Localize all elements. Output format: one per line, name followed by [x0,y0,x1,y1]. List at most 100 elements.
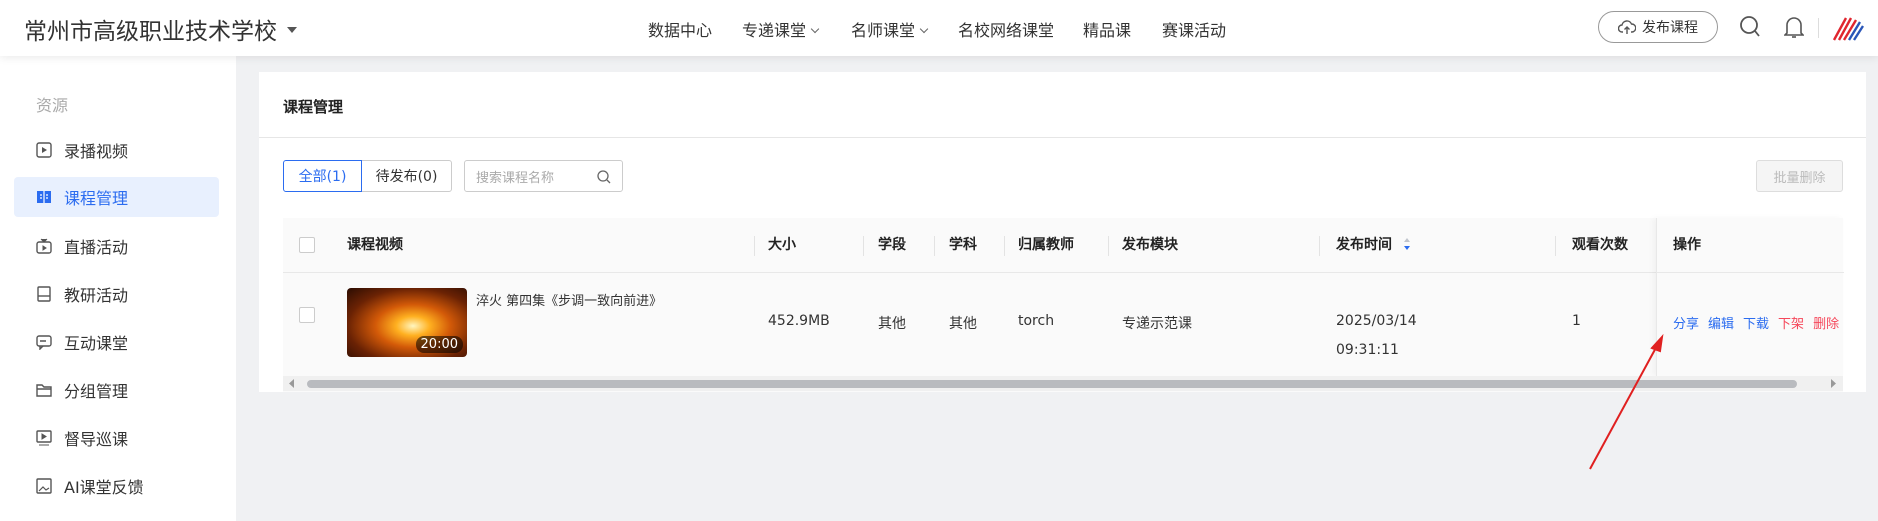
col-module: 发布模块 [1122,237,1178,253]
sidebar-item-recorded-video[interactable]: 录播视频 [14,130,219,170]
delete-link[interactable]: 删除 [1813,317,1839,332]
col-views: 观看次数 [1572,237,1628,253]
caret-down-icon [287,27,297,38]
scrollbar-thumb[interactable] [307,380,1797,388]
unpublish-link[interactable]: 下架 [1778,317,1804,332]
sidebar-item-course-management[interactable]: 课程管理 [14,177,219,217]
school-logo-icon [1832,17,1864,41]
chevron-down-icon [810,24,820,34]
tv-icon [36,238,52,254]
col-divider [1108,236,1109,256]
play-square-icon [36,142,52,158]
row-actions: 分享 编辑 下载 下架 删除 [1673,313,1848,332]
row-checkbox[interactable] [299,307,315,323]
sidebar-section-title: 资源 [36,96,69,115]
folder-icon [36,384,52,397]
tab-pending[interactable]: 待发布(0) [361,160,452,192]
search-input[interactable]: 搜索课程名称 [464,160,623,192]
cloud-upload-icon [1618,20,1636,34]
sort-icon[interactable] [1403,237,1411,251]
col-divider [1319,236,1320,256]
school-name: 常州市高级职业技术学校 [24,19,277,45]
nav-relay-class[interactable]: 专递课堂 [742,17,820,41]
cell-stage: 其他 [878,316,906,332]
select-all-checkbox[interactable] [299,237,315,253]
divider [259,137,1866,138]
sidebar-item-label: 录播视频 [64,142,129,161]
col-publish-time[interactable]: 发布时间 [1336,218,1411,272]
col-subject: 学科 [949,237,977,253]
sidebar-item-research[interactable]: 教研活动 [14,274,219,314]
video-duration: 20:00 [415,336,463,353]
sidebar-item-live[interactable]: 直播活动 [14,226,219,266]
cell-time: 09:31:11 [1336,342,1399,358]
sidebar-item-groups[interactable]: 分组管理 [14,370,219,410]
nav-label: 专递课堂 [742,21,807,40]
nav-master-class[interactable]: 名师课堂 [851,17,929,41]
col-actions: 操作 [1673,237,1701,253]
col-divider [1004,236,1005,256]
share-link[interactable]: 分享 [1673,317,1699,332]
cell-subject: 其他 [949,316,977,332]
chat-icon [36,335,52,350]
sidebar-item-ai-feedback[interactable]: AI课堂反馈 [14,466,219,506]
col-stage: 学段 [878,237,906,253]
course-table: 课程视频 大小 学段 学科 归属教师 发布模块 发布时间 观看次数 20:00 … [283,218,1844,392]
sidebar-item-interactive[interactable]: 互动课堂 [14,322,219,362]
video-title[interactable]: 淬火 第四集《步调一致向前进》 [476,290,662,309]
sidebar-item-label: 分组管理 [64,382,129,401]
sidebar-item-supervision[interactable]: 督导巡课 [14,418,219,458]
cell-date: 2025/03/14 [1336,313,1417,329]
cell-module: 专递示范课 [1122,316,1192,332]
bell-icon[interactable] [1784,14,1804,40]
sidebar-item-label: 互动课堂 [64,334,129,353]
course-management-card: 课程管理 全部(1) 待发布(0) 搜索课程名称 批量删除 课程视频 大小 学段… [259,72,1866,392]
scroll-left-icon[interactable] [289,379,295,388]
publish-course-button[interactable]: 发布课程 [1598,11,1718,43]
sidebar-item-label: AI课堂反馈 [64,478,144,497]
tab-all[interactable]: 全部(1) [283,160,362,192]
col-label: 发布时间 [1336,237,1392,253]
page-title: 课程管理 [283,98,344,116]
table-row: 20:00 淬火 第四集《步调一致向前进》 452.9MB 其他 其他 torc… [283,273,1843,376]
school-selector[interactable]: 常州市高级职业技术学校 [24,12,297,46]
cell-views: 1 [1572,313,1581,329]
col-video: 课程视频 [347,237,403,253]
monitor-play-icon [36,430,52,446]
divider [1818,18,1819,38]
nav-network-class[interactable]: 名校网络课堂 [958,17,1054,41]
nav-contest[interactable]: 赛课活动 [1162,17,1226,41]
nav-data-center[interactable]: 数据中心 [648,17,712,41]
horizontal-scrollbar[interactable] [283,376,1843,391]
search-placeholder: 搜索课程名称 [476,170,555,186]
cell-teacher: torch [1018,313,1055,329]
col-divider [1555,236,1556,256]
col-divider [934,236,935,256]
sidebar-item-label: 直播活动 [64,238,129,257]
sidebar-item-label: 督导巡课 [64,430,129,449]
bookmark-icon [37,286,51,302]
batch-delete-button[interactable]: 批量删除 [1756,160,1843,192]
download-link[interactable]: 下载 [1743,317,1769,332]
video-thumbnail[interactable]: 20:00 [347,288,467,357]
col-divider [754,236,755,256]
scroll-right-icon[interactable] [1831,379,1837,388]
search-icon[interactable] [597,170,611,184]
image-icon [36,478,52,494]
row-divider [1657,272,1844,273]
col-teacher: 归属教师 [1018,237,1074,253]
col-size: 大小 [768,237,796,253]
top-header: 常州市高级职业技术学校 数据中心 专递课堂 名师课堂 名校网络课堂 精品课 赛课… [0,0,1878,56]
book-icon [37,191,51,203]
search-icon[interactable] [1739,15,1761,39]
actions-column: 操作 分享 编辑 下载 下架 删除 [1656,218,1844,376]
nav-premium[interactable]: 精品课 [1083,17,1131,41]
nav-label: 名师课堂 [851,21,916,40]
sidebar-item-label: 课程管理 [64,189,129,208]
publish-label: 发布课程 [1642,20,1698,36]
cell-size: 452.9MB [768,313,830,329]
edit-link[interactable]: 编辑 [1708,317,1734,332]
chevron-down-icon [919,24,929,34]
col-divider [863,236,864,256]
sidebar-item-label: 教研活动 [64,286,129,305]
